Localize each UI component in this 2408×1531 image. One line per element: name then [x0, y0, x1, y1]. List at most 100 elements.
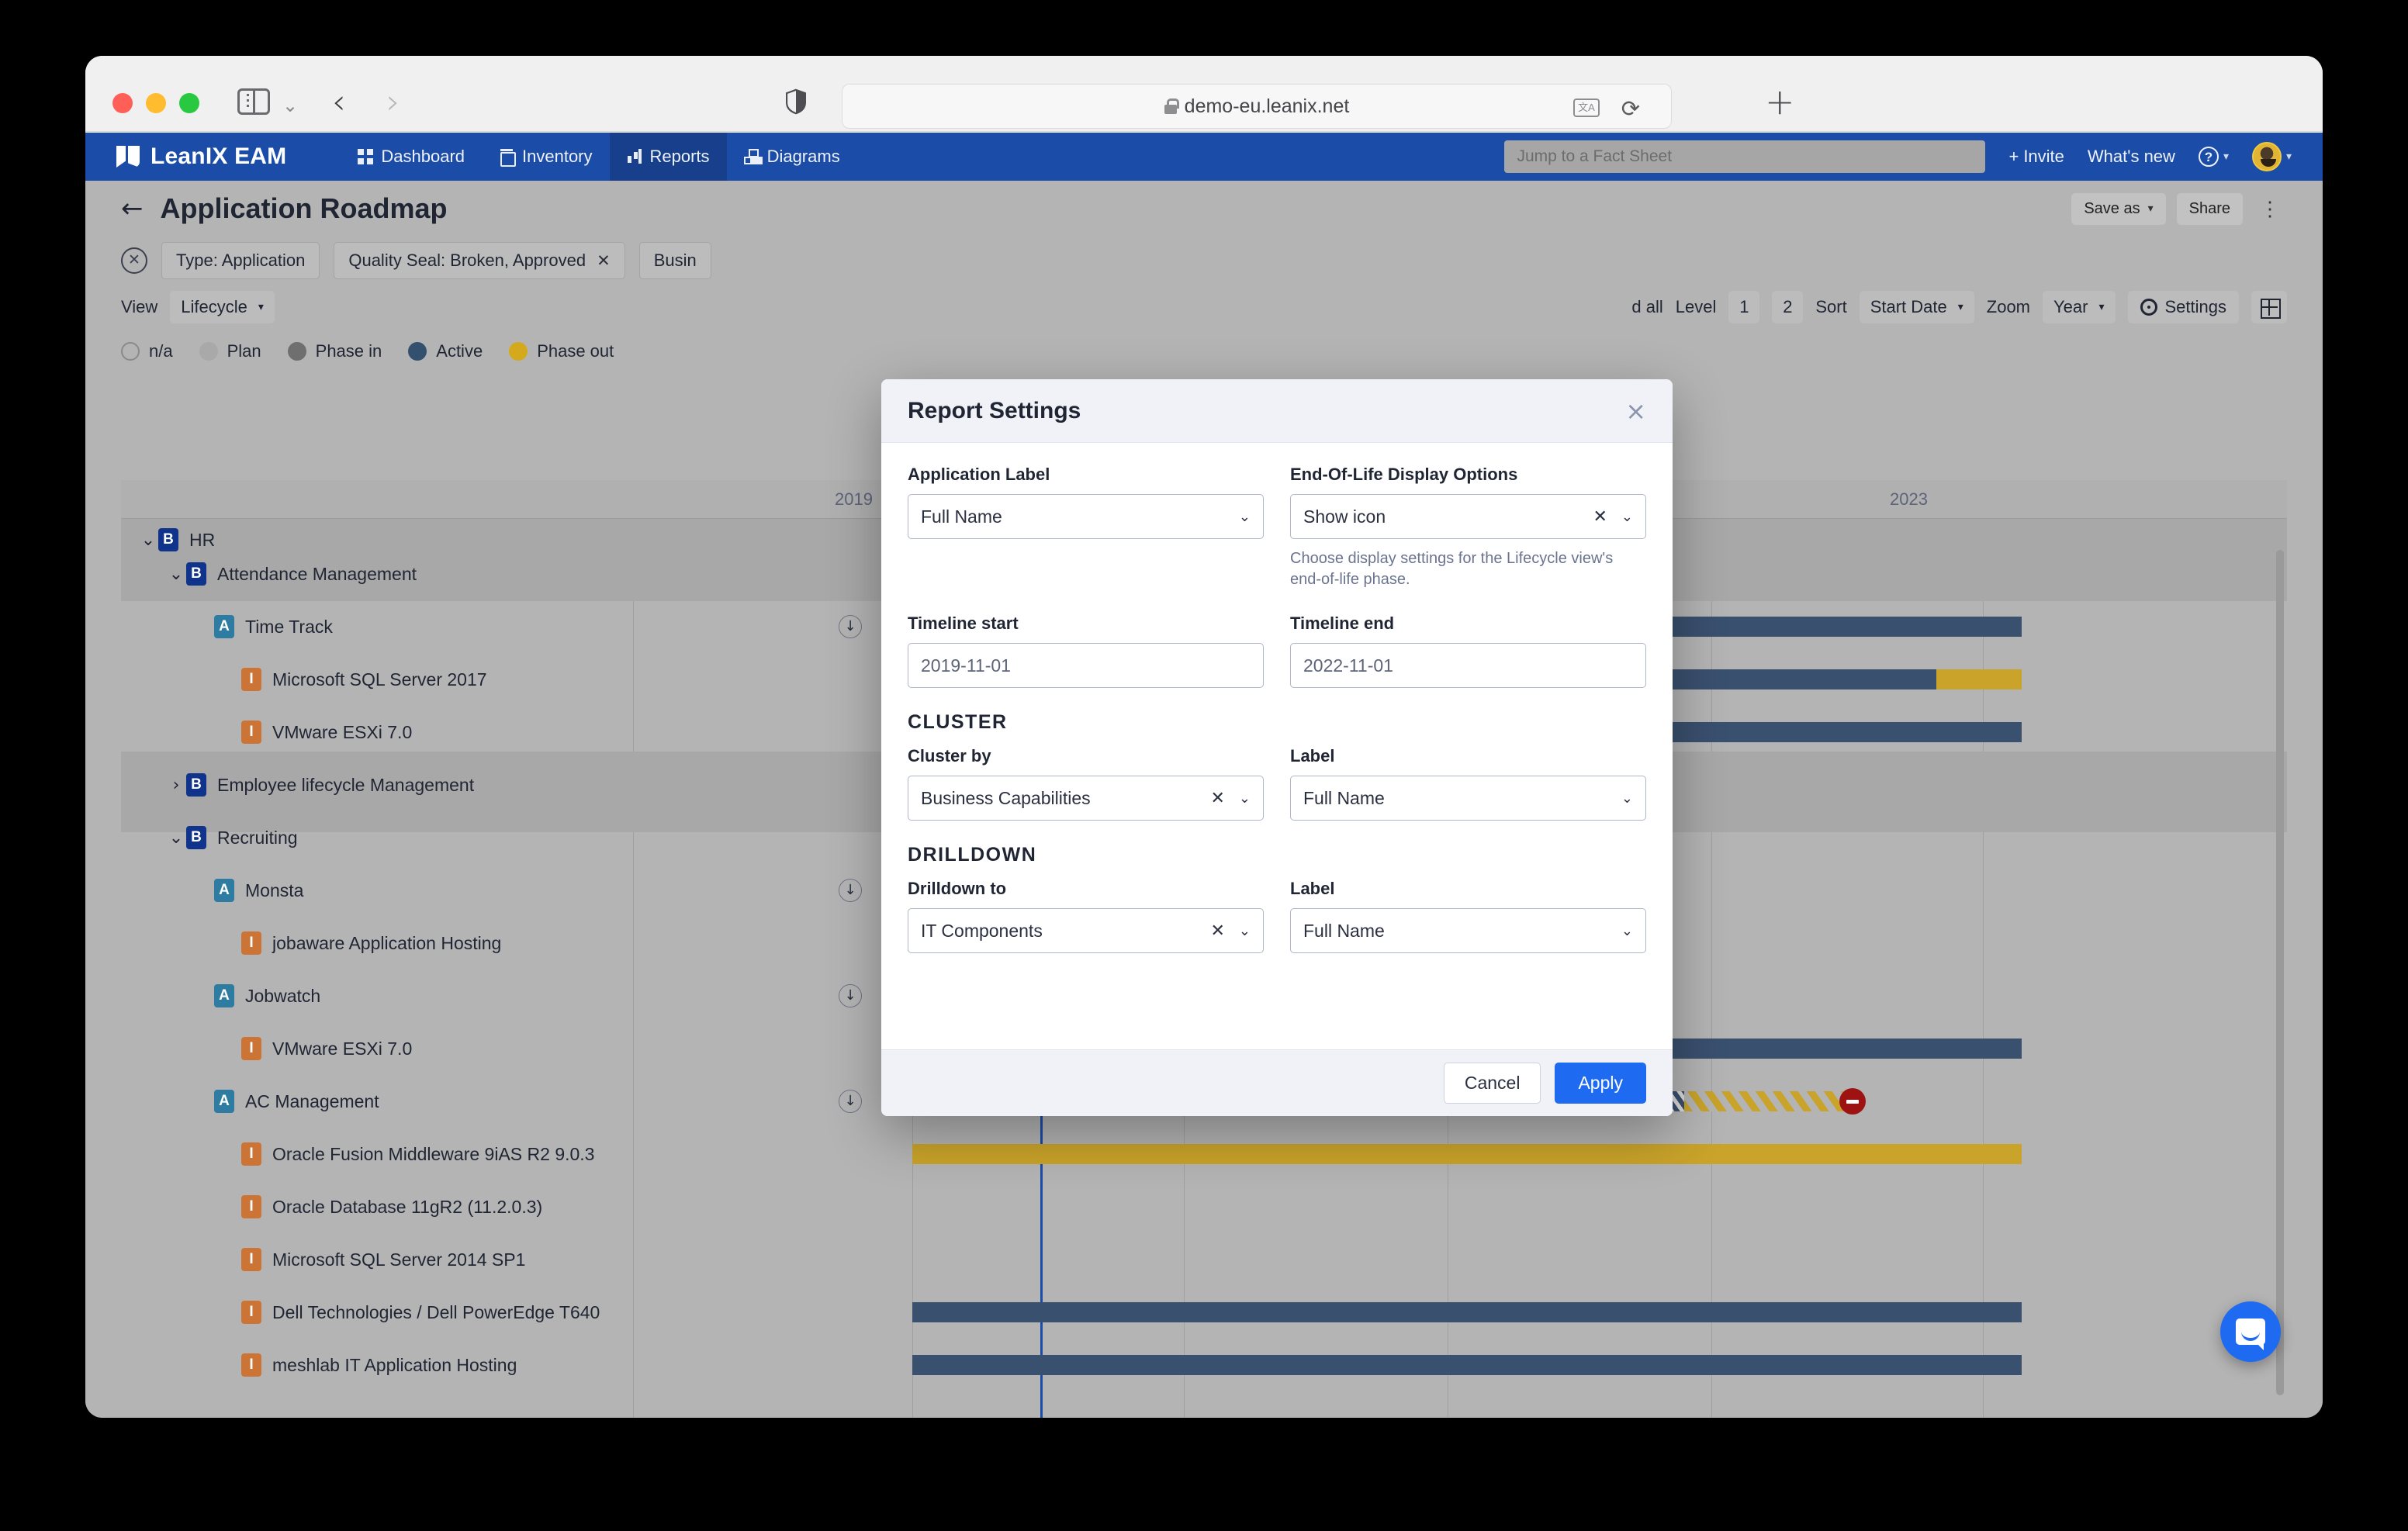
lifecycle-bar-active[interactable]: [912, 1302, 2022, 1322]
clear-selection-icon[interactable]: ✕: [1593, 506, 1607, 527]
timeline-start-title: Timeline start: [908, 613, 1019, 633]
legend-dot-na: [121, 342, 140, 361]
table-row[interactable]: I meshlab IT Application Hosting: [121, 1352, 2287, 1378]
maximize-window-button[interactable]: [179, 93, 199, 113]
drilldown-icon[interactable]: ↓: [839, 615, 862, 638]
twisty-icon[interactable]: ⌄: [138, 530, 158, 550]
close-window-button[interactable]: [112, 93, 133, 113]
reload-icon[interactable]: ⟳: [1621, 95, 1640, 122]
close-icon[interactable]: ×: [1625, 396, 1646, 426]
whats-new-button[interactable]: What's new: [2088, 147, 2175, 167]
shield-icon[interactable]: [786, 88, 806, 115]
drilldown-icon[interactable]: ↓: [839, 984, 862, 1007]
clear-selection-icon[interactable]: ✕: [1210, 788, 1224, 808]
remove-filter-icon[interactable]: ✕: [597, 251, 611, 271]
forward-navigation-button[interactable]: ›: [386, 85, 400, 119]
sidebar-icon[interactable]: [237, 88, 270, 115]
zoom-select[interactable]: Year ▾: [2043, 291, 2116, 323]
row-label: Oracle Database 11gR2 (11.2.0.3): [272, 1196, 543, 1217]
translate-icon[interactable]: 文A: [1573, 98, 1600, 117]
lifecycle-bar-phase-out[interactable]: [1936, 669, 2022, 689]
cluster-label-select[interactable]: Full Name ⌄: [1290, 776, 1646, 821]
filter-chip-business[interactable]: Busin: [638, 242, 711, 279]
search-input[interactable]: [1504, 140, 1986, 173]
vertical-scrollbar[interactable]: [2276, 550, 2284, 1395]
back-navigation-button[interactable]: ‹: [332, 85, 346, 119]
it-component-badge: I: [241, 1248, 261, 1271]
row-label: Microsoft SQL Server 2017: [272, 669, 487, 689]
back-arrow-icon[interactable]: ←: [121, 193, 144, 224]
share-label: Share: [2188, 199, 2230, 217]
filter-chip-quality-seal[interactable]: Quality Seal: Broken, Approved ✕: [334, 242, 625, 279]
address-bar[interactable]: demo-eu.leanix.net 文A ⟳: [842, 84, 1672, 129]
whats-new-label: What's new: [2087, 147, 2175, 166]
drilldown-section-title: DRILLDOWN: [908, 844, 1037, 866]
clear-selection-icon[interactable]: ✕: [1210, 921, 1224, 941]
lifecycle-bar-phase-out-projected[interactable]: [1684, 1091, 1843, 1111]
eol-display-select[interactable]: Show icon ✕ ⌄: [1290, 494, 1646, 539]
cancel-button[interactable]: Cancel: [1443, 1063, 1541, 1104]
level-2-button[interactable]: 2: [1772, 291, 1804, 323]
table-view-icon[interactable]: [2251, 291, 2287, 323]
filter-chip-type[interactable]: Type: Application: [161, 242, 320, 279]
settings-button[interactable]: Settings: [2127, 291, 2239, 323]
legend-dot-phase-out: [509, 342, 528, 361]
row-label: Jobwatch: [245, 985, 321, 1006]
table-row[interactable]: I Oracle Fusion Middleware 9iAS R2 9.0.3: [121, 1141, 2287, 1167]
drilldown-label-select[interactable]: Full Name ⌄: [1290, 908, 1646, 953]
drilldown-label-title: Label: [1290, 879, 1335, 898]
timeline-start-input[interactable]: 2019-11-01: [908, 643, 1264, 688]
sort-select[interactable]: Start Date ▾: [1859, 291, 1974, 323]
chevron-down-icon[interactable]: ⌄: [282, 95, 298, 116]
clear-filters-button[interactable]: ✕: [121, 247, 147, 274]
intercom-chat-button[interactable]: [2220, 1301, 2281, 1362]
hierarchy-icon: [743, 149, 759, 164]
application-badge: A: [214, 1090, 234, 1113]
apply-button[interactable]: Apply: [1555, 1063, 1646, 1104]
cluster-by-select[interactable]: Business Capabilities ✕ ⌄: [908, 776, 1264, 821]
twisty-icon[interactable]: ⌄: [166, 828, 186, 848]
expand-all-button[interactable]: d all: [1631, 297, 1662, 317]
user-menu[interactable]: ▾: [2251, 142, 2292, 171]
filter-chip-business-label: Busin: [653, 251, 697, 270]
lifecycle-bar-active[interactable]: [912, 1355, 2022, 1375]
minimize-window-button[interactable]: [146, 93, 166, 113]
drilldown-icon[interactable]: ↓: [839, 1090, 862, 1113]
eol-help-text: Choose display settings for the Lifecycl…: [1290, 550, 1614, 588]
lifecycle-bar-phase-out[interactable]: [912, 1144, 2022, 1164]
share-button[interactable]: Share: [2176, 192, 2243, 225]
sort-value: Start Date: [1870, 297, 1947, 316]
help-menu[interactable]: ? ▾: [2198, 147, 2229, 167]
table-row[interactable]: I Microsoft SQL Server 2014 SP1: [121, 1246, 2287, 1273]
twisty-icon[interactable]: ⌄: [166, 565, 186, 584]
toolbar-right: d all Level 1 2 Sort Start Date ▾ Zoom Y…: [1631, 291, 2287, 323]
application-label-select[interactable]: Full Name ⌄: [908, 494, 1264, 539]
nav-item-diagrams[interactable]: Diagrams: [727, 133, 857, 181]
view-select[interactable]: Lifecycle ▾: [170, 291, 275, 323]
drilldown-icon[interactable]: ↓: [839, 879, 862, 902]
nav-item-reports[interactable]: Reports: [609, 133, 727, 181]
invite-button[interactable]: + Invite: [2008, 147, 2064, 167]
level-1-button[interactable]: 1: [1728, 291, 1760, 323]
new-tab-button[interactable]: +: [1765, 84, 1795, 119]
twisty-icon[interactable]: ›: [166, 776, 186, 795]
cluster-label-value: Full Name: [1303, 787, 1385, 808]
table-row[interactable]: I Dell Technologies / Dell PowerEdge T64…: [121, 1299, 2287, 1325]
nav-item-dashboard[interactable]: Dashboard: [341, 133, 482, 181]
dialog-header: Report Settings ×: [881, 379, 1673, 443]
legend-dot-plan: [199, 342, 218, 361]
save-as-button[interactable]: Save as ▾: [2071, 192, 2166, 225]
chevron-down-icon: ⌄: [1621, 790, 1633, 807]
timeline-end-input[interactable]: 2022-11-01: [1290, 643, 1646, 688]
brand-logo[interactable]: LeanIX EAM: [116, 143, 286, 170]
more-options-button[interactable]: ⋮: [2254, 197, 2287, 221]
drilldown-label-field: Label Full Name ⌄: [1290, 879, 1646, 953]
drilldown-to-select[interactable]: IT Components ✕ ⌄: [908, 908, 1264, 953]
filter-chip-type-label: Type: Application: [176, 251, 306, 270]
table-row[interactable]: I Oracle Database 11gR2 (11.2.0.3): [121, 1194, 2287, 1220]
lifecycle-legend: n/a Plan Phase in Active Phase out: [85, 330, 2323, 373]
nav-item-inventory[interactable]: Inventory: [482, 133, 610, 181]
report-settings-dialog: Report Settings × Application Label Full…: [881, 379, 1673, 1116]
timeline-end-title: Timeline end: [1290, 613, 1395, 633]
end-of-life-icon[interactable]: [1839, 1088, 1866, 1115]
